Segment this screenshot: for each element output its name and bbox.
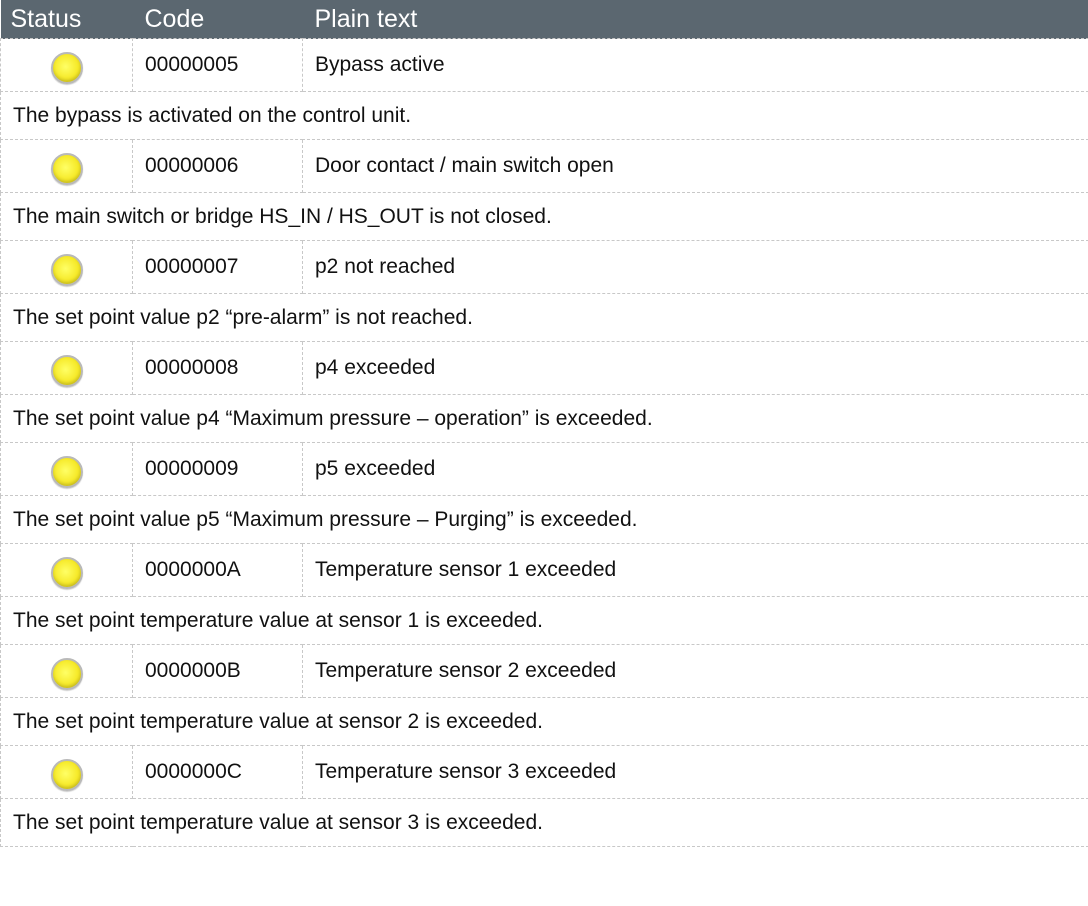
yellow-status-lamp-icon — [50, 759, 83, 791]
code-cell: 00000006 — [132, 139, 303, 193]
table-row: 0000000B Temperature sensor 2 exceeded — [0, 644, 1088, 698]
plain-text-cell: Temperature sensor 3 exceeded — [302, 745, 1088, 799]
code-cell: 00000007 — [132, 240, 303, 294]
description-cell: The set point value p2 “pre-alarm” is no… — [0, 293, 1088, 342]
description-cell: The set point value p5 “Maximum pressure… — [0, 495, 1088, 544]
status-cell — [0, 139, 133, 193]
description-cell: The set point temperature value at senso… — [0, 697, 1088, 746]
plain-text-cell: Bypass active — [302, 38, 1088, 92]
description-row: The set point value p4 “Maximum pressure… — [0, 394, 1088, 443]
code-cell: 0000000A — [132, 543, 303, 597]
status-cell — [0, 240, 133, 294]
description-row: The main switch or bridge HS_IN / HS_OUT… — [0, 192, 1088, 241]
table-row: 00000008 p4 exceeded — [0, 341, 1088, 395]
yellow-status-lamp-icon — [50, 456, 83, 488]
status-code-table: Status Code Plain text 00000005 Bypass a… — [0, 0, 1088, 847]
plain-text-cell: Door contact / main switch open — [302, 139, 1088, 193]
table-row: 0000000C Temperature sensor 3 exceeded — [0, 745, 1088, 799]
table-row: 00000009 p5 exceeded — [0, 442, 1088, 496]
status-cell — [0, 745, 133, 799]
yellow-status-lamp-icon — [50, 658, 83, 690]
header-status: Status — [0, 0, 133, 39]
description-cell: The bypass is activated on the control u… — [0, 91, 1088, 140]
description-row: The set point value p2 “pre-alarm” is no… — [0, 293, 1088, 342]
code-cell: 00000005 — [132, 38, 303, 92]
code-cell: 00000008 — [132, 341, 303, 395]
code-cell: 0000000C — [132, 745, 303, 799]
status-cell — [0, 341, 133, 395]
description-cell: The main switch or bridge HS_IN / HS_OUT… — [0, 192, 1088, 241]
yellow-status-lamp-icon — [50, 254, 83, 286]
plain-text-cell: Temperature sensor 2 exceeded — [302, 644, 1088, 698]
description-row: The bypass is activated on the control u… — [0, 91, 1088, 140]
description-cell: The set point value p4 “Maximum pressure… — [0, 394, 1088, 443]
table-header-row: Status Code Plain text — [0, 0, 1088, 39]
code-cell: 0000000B — [132, 644, 303, 698]
code-cell: 00000009 — [132, 442, 303, 496]
status-cell — [0, 38, 133, 92]
description-row: The set point temperature value at senso… — [0, 697, 1088, 746]
table-row: 00000007 p2 not reached — [0, 240, 1088, 294]
plain-text-cell: p4 exceeded — [302, 341, 1088, 395]
yellow-status-lamp-icon — [50, 355, 83, 387]
description-cell: The set point temperature value at senso… — [0, 798, 1088, 847]
yellow-status-lamp-icon — [50, 557, 83, 589]
yellow-status-lamp-icon — [50, 52, 83, 84]
header-code: Code — [132, 0, 303, 39]
plain-text-cell: Temperature sensor 1 exceeded — [302, 543, 1088, 597]
yellow-status-lamp-icon — [50, 153, 83, 185]
description-row: The set point temperature value at senso… — [0, 596, 1088, 645]
status-cell — [0, 644, 133, 698]
description-row: The set point temperature value at senso… — [0, 798, 1088, 847]
status-cell — [0, 543, 133, 597]
table-row: 0000000A Temperature sensor 1 exceeded — [0, 543, 1088, 597]
table-row: 00000006 Door contact / main switch open — [0, 139, 1088, 193]
header-plain-text: Plain text — [302, 0, 1088, 39]
table-row: 00000005 Bypass active — [0, 38, 1088, 92]
plain-text-cell: p5 exceeded — [302, 442, 1088, 496]
description-row: The set point value p5 “Maximum pressure… — [0, 495, 1088, 544]
plain-text-cell: p2 not reached — [302, 240, 1088, 294]
status-cell — [0, 442, 133, 496]
description-cell: The set point temperature value at senso… — [0, 596, 1088, 645]
